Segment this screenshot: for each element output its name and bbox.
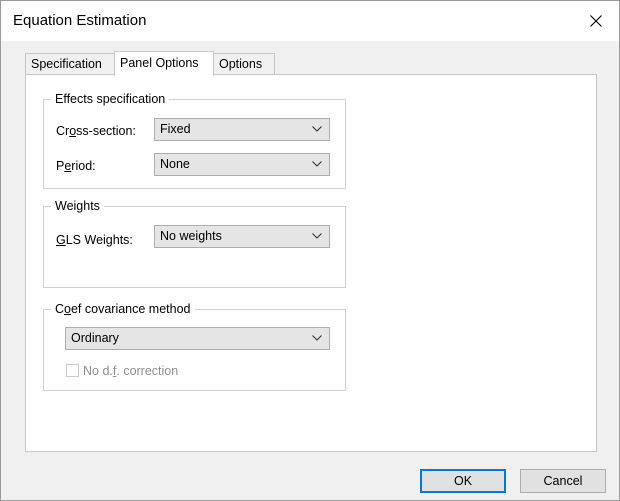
effects-specification-title: Effects specification <box>51 91 170 107</box>
coef-covariance-value: Ordinary <box>71 331 119 345</box>
gls-weights-select[interactable]: No weights <box>154 225 330 248</box>
gls-weights-value: No weights <box>160 229 222 243</box>
no-df-correction-checkbox[interactable] <box>66 364 79 377</box>
gls-weights-label: GLS Weights: <box>56 233 133 247</box>
period-select[interactable]: None <box>154 153 330 176</box>
tab-panel-options[interactable]: Panel Options <box>114 51 214 76</box>
cancel-button[interactable]: Cancel <box>520 469 606 493</box>
close-button[interactable] <box>573 1 619 41</box>
coef-covariance-select[interactable]: Ordinary <box>65 327 330 350</box>
equation-estimation-dialog: Equation Estimation Specification Panel … <box>0 0 620 501</box>
period-label: Period: <box>56 159 96 173</box>
panel-options-content: Effects specification Cross-section: Fix… <box>25 74 597 452</box>
no-df-correction-label: No d.f. correction <box>83 364 179 378</box>
period-value: None <box>160 157 190 171</box>
chevron-down-icon <box>312 126 322 132</box>
weights-group: Weights GLS Weights: No weights <box>43 198 346 288</box>
coef-covariance-title: Coef covariance method <box>51 301 195 317</box>
cross-section-label: Cross-section: <box>56 124 136 138</box>
cross-section-select[interactable]: Fixed <box>154 118 330 141</box>
tab-specification[interactable]: Specification <box>25 53 115 75</box>
cross-section-value: Fixed <box>160 122 191 136</box>
chevron-down-icon <box>312 161 322 167</box>
title-bar: Equation Estimation <box>1 1 619 41</box>
tab-options[interactable]: Options <box>213 53 275 75</box>
ok-button[interactable]: OK <box>420 469 506 493</box>
weights-title: Weights <box>51 198 104 214</box>
coef-covariance-group: Coef covariance method Ordinary No d.f. … <box>43 301 346 391</box>
window-title: Equation Estimation <box>13 12 147 29</box>
chevron-down-icon <box>312 233 322 239</box>
close-icon <box>590 15 602 27</box>
chevron-down-icon <box>312 335 322 341</box>
effects-specification-group: Effects specification Cross-section: Fix… <box>43 91 346 189</box>
